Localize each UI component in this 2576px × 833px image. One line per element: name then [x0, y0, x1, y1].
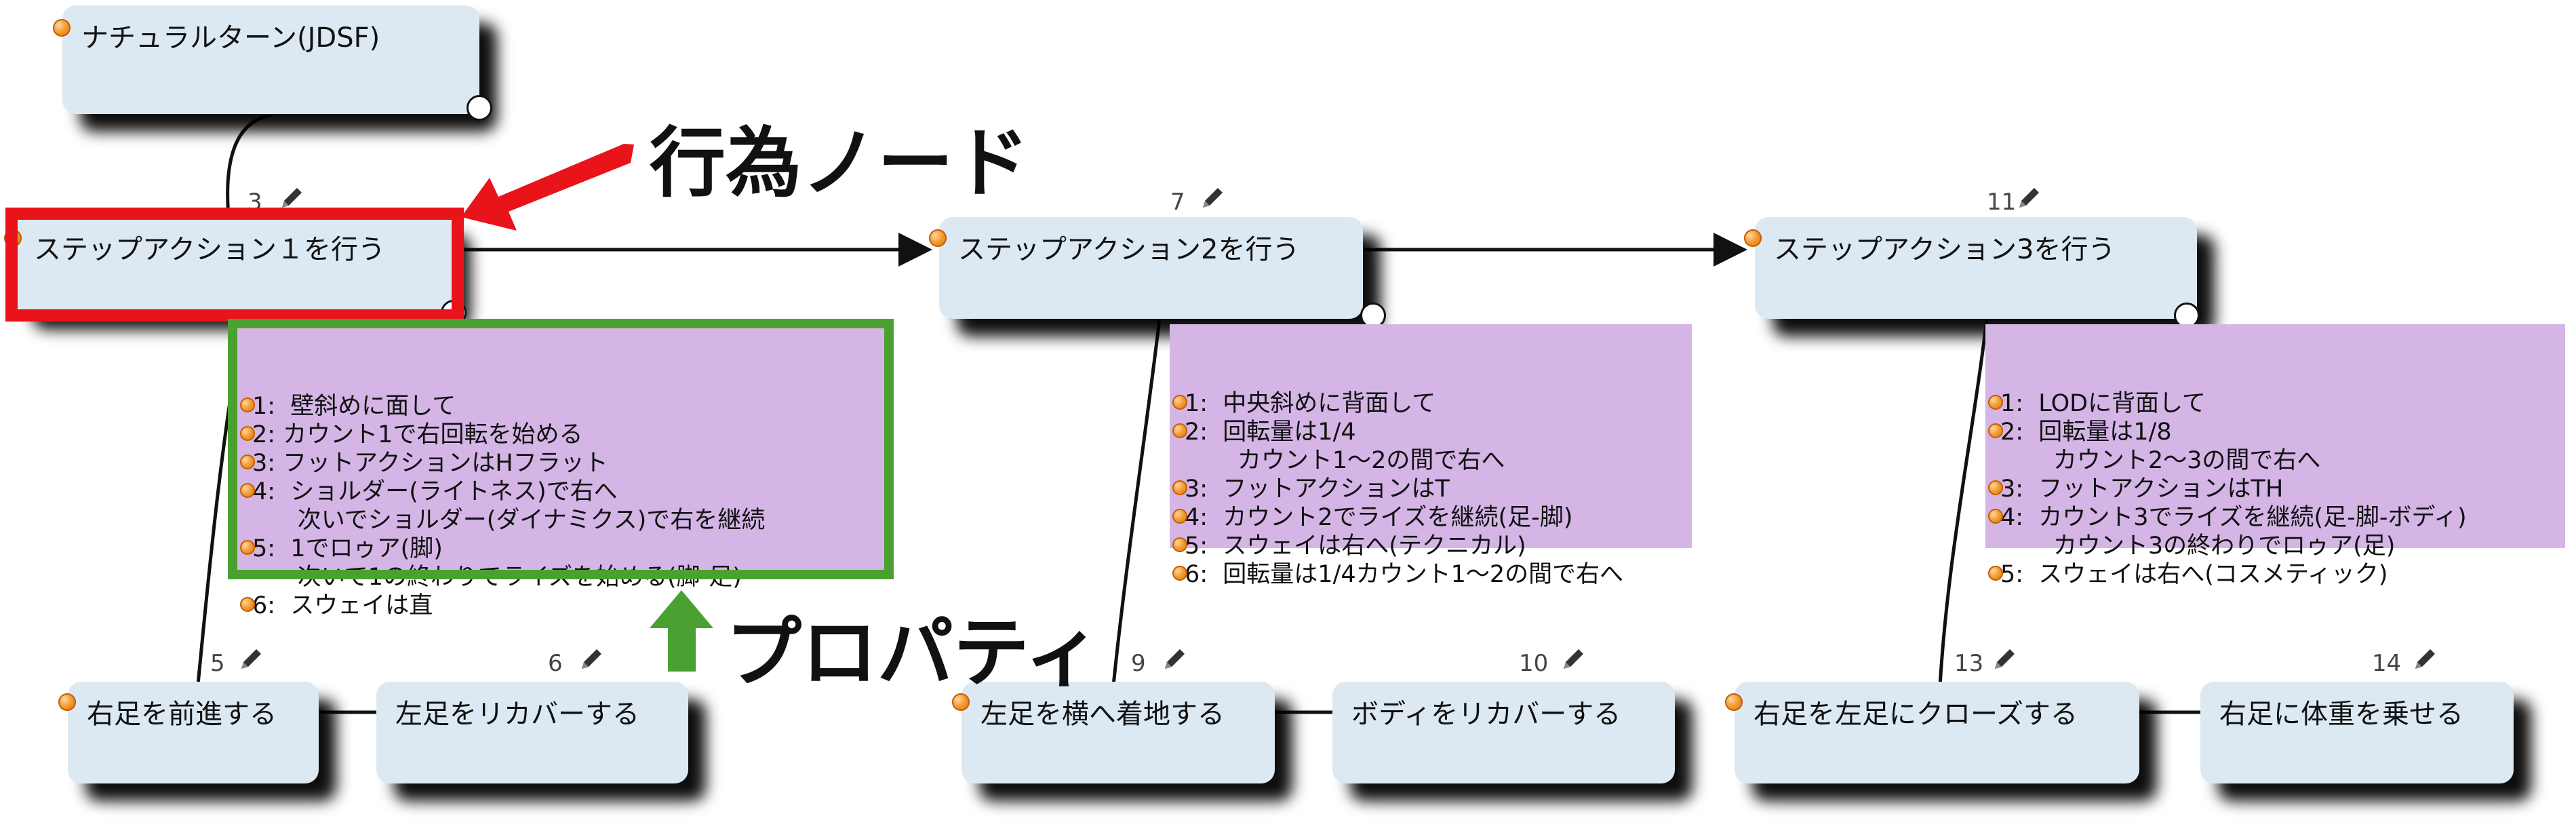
red-arrow — [461, 144, 634, 231]
action-node-callout: 行為ノード — [650, 119, 1029, 208]
green-arrow — [650, 590, 713, 672]
property-callout: プロパティ — [726, 609, 1101, 697]
callout-arrows — [461, 144, 713, 672]
